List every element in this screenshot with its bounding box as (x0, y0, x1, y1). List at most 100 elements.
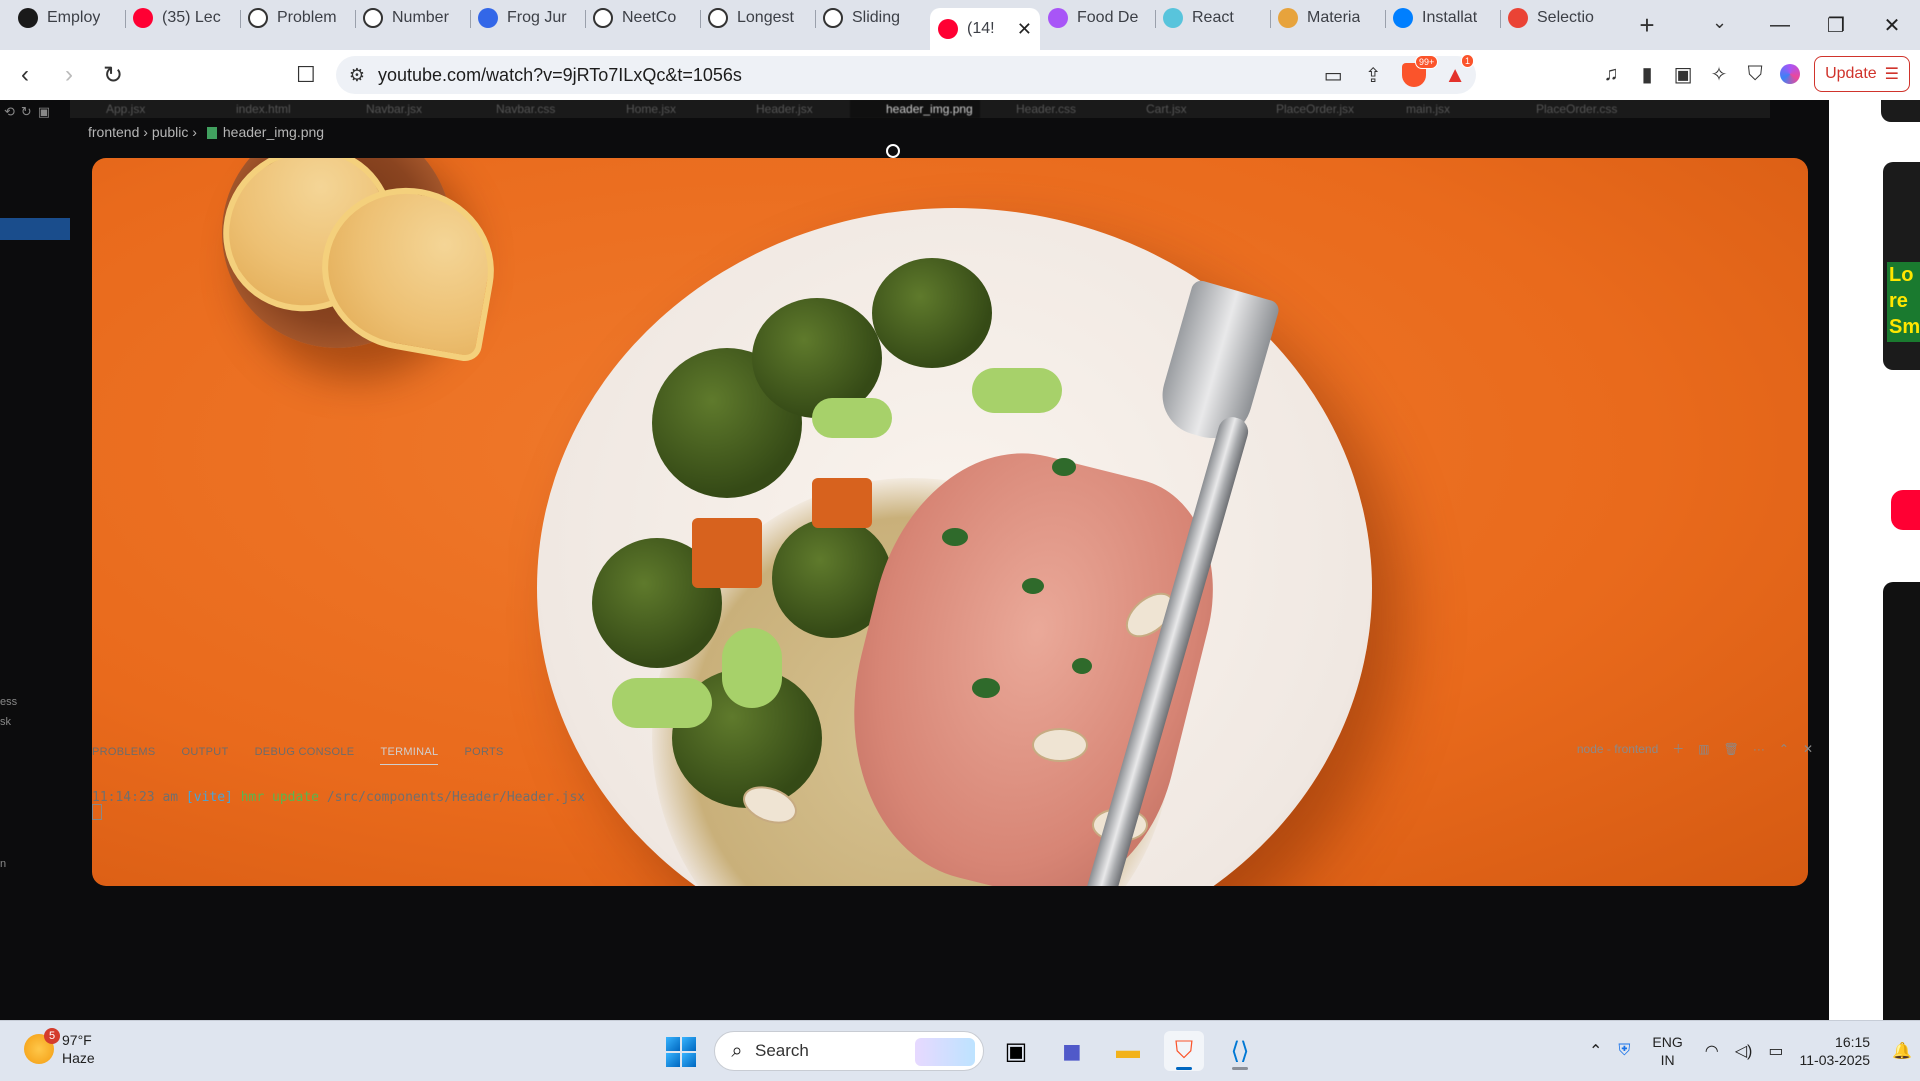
reload-button[interactable]: ↻ (94, 61, 132, 90)
window-controls: — ❐ ✕ (1752, 0, 1920, 50)
breadcrumb-frontend: frontend (88, 124, 140, 140)
sidebar-icon[interactable]: ▮ (1636, 62, 1658, 87)
shields-count-badge: 99+ (1414, 55, 1439, 69)
wallet-icon[interactable]: ▣ (1672, 62, 1694, 87)
share-icon[interactable]: ⇪ (1362, 63, 1384, 88)
browser-tab[interactable]: Installat (1385, 0, 1500, 36)
bookmark-icon[interactable]: ☐ (296, 62, 316, 88)
react-icon (1163, 8, 1183, 28)
browser-tab[interactable]: React (1155, 0, 1270, 36)
editor-tab: Cart.jsx (1146, 102, 1187, 116)
leetcode-icon (363, 8, 383, 28)
clock-time: 16:15 (1835, 1034, 1871, 1050)
tab-label: React (1192, 9, 1234, 26)
menu-icon: ☰ (1884, 66, 1899, 83)
new-tab-button[interactable]: + (1627, 10, 1667, 41)
search-icon: ⌕ (731, 1039, 743, 1062)
url-text[interactable]: youtube.com/watch?v=9jRTo7ILxQc&t=1056s (378, 65, 742, 86)
minimize-button[interactable]: — (1752, 14, 1808, 37)
sweet-potato (692, 518, 762, 588)
restore-button[interactable]: ❐ (1808, 13, 1864, 38)
tab-label: Food De (1077, 9, 1139, 26)
omnibox-actions: ▭ ⇪ 99+ ▲ 1 (1322, 54, 1474, 88)
terminal-event: hmr update (240, 790, 319, 805)
update-label: Update (1825, 65, 1877, 82)
weather-icon: 5 (24, 1028, 60, 1064)
brave-shields-icon[interactable]: 99+ (1402, 55, 1439, 87)
weather-temp: 97°F (62, 1032, 92, 1048)
browser-tab[interactable]: Number (355, 0, 470, 36)
vscode-icon[interactable]: ⟨⟩ (1220, 1031, 1260, 1071)
clock[interactable]: 16:15 11-03-2025 (1800, 1033, 1871, 1069)
browser-tab[interactable]: NeetCo (585, 0, 700, 36)
add-terminal-icon: ＋ (1672, 742, 1685, 756)
show-hidden-icons-chevron-icon[interactable]: ⌃ (1589, 1041, 1602, 1061)
media-icon[interactable]: ♫ (1600, 63, 1622, 86)
task-view-icon[interactable]: ▣ (996, 1031, 1036, 1071)
back-button[interactable]: ‹ (6, 61, 44, 89)
volume-icon[interactable]: ◁) (1735, 1041, 1753, 1061)
editor-tab-row: App.jsx index.html Navbar.jsx Navbar.css Hom… (70, 100, 1770, 118)
browser-tab[interactable]: Frog Jur (470, 0, 585, 36)
language-indicator[interactable]: ENG IN (1652, 1033, 1682, 1069)
tab-label: Longest (737, 9, 794, 26)
file-explorer-icon[interactable]: ▬ (1108, 1031, 1148, 1071)
tab-label: Installat (1422, 9, 1478, 26)
maximize-icon: ⌃ (1778, 741, 1789, 756)
tab-search-chevron-icon[interactable]: ⌄ (1712, 12, 1727, 33)
recommendation-thumbnail[interactable]: Lo re Sm (1883, 162, 1920, 370)
browser-tab[interactable]: Materia (1270, 0, 1385, 36)
browser-tab[interactable]: (35) Lec (125, 0, 240, 36)
editor-tab: Home.jsx (626, 102, 677, 116)
shorts-icon[interactable] (1891, 490, 1920, 530)
close-window-button[interactable]: ✕ (1864, 13, 1920, 38)
browser-tab[interactable]: Selectio (1500, 0, 1615, 36)
celery (972, 368, 1062, 413)
browser-tab[interactable]: Sliding (815, 0, 930, 36)
terminal-tag: [vite] (185, 790, 233, 805)
address-bar[interactable]: ⚙ youtube.com/watch?v=9jRTo7ILxQc&t=1056… (336, 54, 1476, 94)
brave-rewards-icon[interactable]: ▲ 1 (1444, 54, 1474, 88)
taskbar-search[interactable]: ⌕ Search (714, 1031, 984, 1071)
browser-tab[interactable]: (14! ✕ (930, 8, 1040, 50)
recommendation-thumbnail[interactable] (1883, 582, 1920, 1020)
cast-icon[interactable]: ▭ (1322, 63, 1344, 88)
sparkle-icon[interactable]: ✧ (1708, 62, 1730, 87)
google-icon (1508, 8, 1528, 28)
editor-tab: App.jsx (106, 102, 146, 116)
brave-browser-icon[interactable]: ⛉ (1164, 1031, 1204, 1071)
editor-breadcrumb: frontend › public › header_img.png (88, 124, 325, 140)
leetcode-icon (708, 8, 728, 28)
battery-icon[interactable]: ▭ (1768, 1041, 1783, 1061)
video-player[interactable]: ⟲↻▣ App.jsx index.html Navbar.jsx Navbar.cs… (0, 100, 1829, 1020)
windows-taskbar: 5 97°F Haze ⌕ Search ▣ ◼ ▬ ⛉ ⟨⟩ ⌃ ⛨ ENG … (0, 1020, 1920, 1081)
site-info-icon[interactable]: ⚙ (336, 65, 378, 86)
recommendation-thumbnail[interactable] (1881, 100, 1920, 122)
food-photo (92, 158, 1808, 886)
browser-tab[interactable]: Food De (1040, 0, 1155, 36)
defender-icon[interactable]: ⛨ (1618, 1042, 1630, 1060)
close-tab-icon[interactable]: ✕ (1017, 19, 1032, 40)
leo-ai-icon[interactable] (1780, 64, 1801, 84)
teams-icon[interactable]: ◼ (1052, 1031, 1092, 1071)
side-label-1: ess (0, 696, 18, 708)
panel-tab: PROBLEMS (92, 746, 156, 758)
forward-button[interactable]: › (50, 61, 88, 89)
notification-bell-icon[interactable]: 🔔 (1892, 1041, 1912, 1061)
editor-tab: main.jsx (1406, 102, 1451, 116)
panel-tab: DEBUG CONSOLE (254, 746, 355, 758)
parsley (1052, 458, 1076, 476)
codolio-icon (478, 8, 498, 28)
weather-widget[interactable]: 5 97°F Haze (24, 1028, 95, 1067)
weather-badge: 5 (44, 1028, 60, 1044)
clock-date: 11-03-2025 (1799, 1052, 1871, 1068)
wifi-icon[interactable]: ◠ (1705, 1041, 1719, 1061)
editor-tab: Header.jsx (756, 102, 813, 116)
start-button[interactable] (666, 1037, 696, 1067)
update-button[interactable]: Update ☰ (1814, 56, 1910, 92)
vpn-icon[interactable]: ⛉ (1744, 63, 1766, 86)
browser-tab[interactable]: Longest (700, 0, 815, 36)
material-icon (1278, 8, 1298, 28)
browser-tab[interactable]: Employ (10, 0, 125, 36)
browser-tab[interactable]: Problem (240, 0, 355, 36)
